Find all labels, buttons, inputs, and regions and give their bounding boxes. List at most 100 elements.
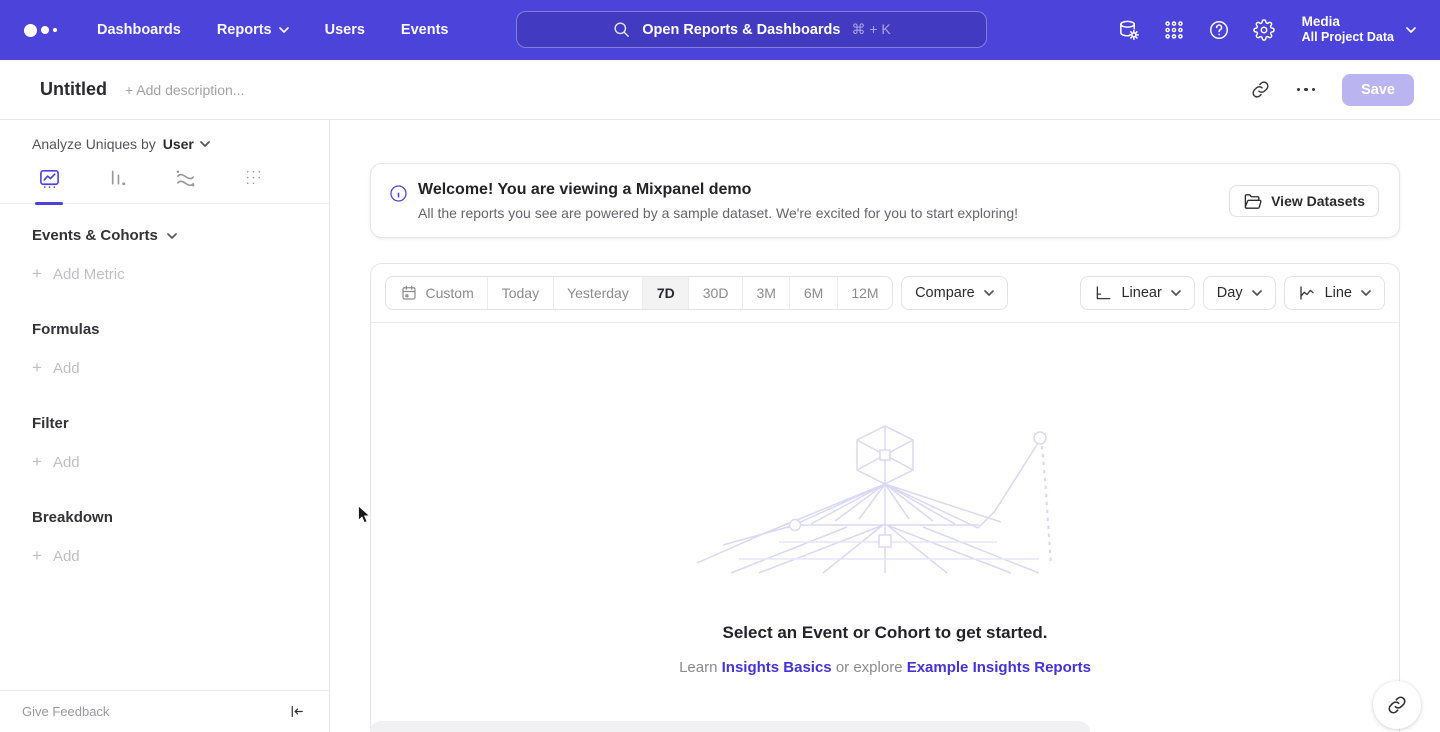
compare-dropdown[interactable]: Compare xyxy=(901,276,1008,310)
visualization-tabs xyxy=(0,152,329,204)
query-builder-sidebar: Analyze Uniques by User Events & Cohorts xyxy=(0,120,330,732)
interval-dropdown[interactable]: Day xyxy=(1203,276,1276,310)
primary-nav: Dashboards Reports Users Events xyxy=(97,22,448,38)
plus-icon xyxy=(32,547,42,565)
add-formula-button[interactable]: Add xyxy=(32,359,329,377)
nav-users[interactable]: Users xyxy=(325,22,365,38)
plus-icon xyxy=(32,265,42,283)
banner-subtitle: All the reports you see are powered by a… xyxy=(418,205,1018,221)
chevron-down-icon xyxy=(1171,290,1181,296)
link-icon xyxy=(1387,695,1407,715)
give-feedback-link[interactable]: Give Feedback xyxy=(22,704,109,719)
project-scope: All Project Data xyxy=(1302,30,1394,46)
chart-toolbar: Custom Today Yesterday 7D 30D 3M 6M 12M … xyxy=(371,264,1399,323)
breakdown-label: Breakdown xyxy=(32,509,113,526)
collapse-left-icon xyxy=(288,703,305,720)
folder-icon xyxy=(1243,192,1262,211)
flows-icon xyxy=(174,167,197,190)
report-header: Untitled + Add description... Save xyxy=(0,60,1440,120)
tab-more-visualizations[interactable] xyxy=(242,167,265,203)
tab-flows[interactable] xyxy=(174,167,197,203)
date-range-control: Custom Today Yesterday 7D 30D 3M 6M 12M xyxy=(385,276,893,310)
add-filter-button[interactable]: Add xyxy=(32,453,329,471)
help-icon[interactable] xyxy=(1208,19,1230,41)
link-icon xyxy=(1251,80,1270,99)
top-nav: Dashboards Reports Users Events Open Rep… xyxy=(0,0,1440,60)
range-7d[interactable]: 7D xyxy=(642,277,688,309)
banner-title: Welcome! You are viewing a Mixpanel demo xyxy=(418,181,1018,199)
settings-gear-icon[interactable] xyxy=(1253,19,1275,41)
range-3m[interactable]: 3M xyxy=(742,277,789,309)
share-link-fab[interactable] xyxy=(1373,681,1421,729)
chevron-down-icon xyxy=(1361,290,1371,296)
chevron-down-icon xyxy=(1406,27,1416,33)
bottom-panel-edge xyxy=(370,721,1090,732)
scale-dropdown[interactable]: Linear xyxy=(1080,276,1194,310)
tab-insights-line[interactable] xyxy=(38,167,61,203)
apps-grid-icon[interactable] xyxy=(1163,19,1185,41)
project-labels: Media All Project Data xyxy=(1302,14,1394,46)
nav-reports[interactable]: Reports xyxy=(217,22,289,38)
empty-state-title: Select an Event or Cohort to get started… xyxy=(371,623,1399,643)
range-30d[interactable]: 30D xyxy=(688,277,742,309)
bar-chart-icon xyxy=(106,167,129,190)
report-canvas: Welcome! You are viewing a Mixpanel demo… xyxy=(330,120,1440,732)
banner-text: Welcome! You are viewing a Mixpanel demo… xyxy=(418,181,1018,221)
line-chart-icon xyxy=(1298,284,1316,302)
view-datasets-button[interactable]: View Datasets xyxy=(1229,185,1379,217)
save-button[interactable]: Save xyxy=(1342,74,1414,106)
add-breakdown-button[interactable]: Add xyxy=(32,547,329,565)
chevron-down-icon xyxy=(1252,290,1262,296)
filter-label: Filter xyxy=(32,415,69,432)
line-chart-icon xyxy=(38,167,61,190)
range-12m[interactable]: 12M xyxy=(837,277,892,309)
section-events-cohorts: Events & Cohorts Add Metric xyxy=(32,227,329,283)
empty-state: Select an Event or Cohort to get started… xyxy=(371,423,1399,676)
linear-axis-icon xyxy=(1094,284,1112,302)
data-management-icon[interactable] xyxy=(1117,19,1140,42)
add-metric-button[interactable]: Add Metric xyxy=(32,265,329,283)
collapse-sidebar-button[interactable] xyxy=(288,703,305,720)
chevron-down-icon xyxy=(167,233,177,239)
range-yesterday[interactable]: Yesterday xyxy=(553,277,643,309)
plus-icon xyxy=(32,453,42,471)
section-breakdown: Breakdown Add xyxy=(32,509,329,565)
more-options-button[interactable] xyxy=(1297,88,1316,92)
plus-icon xyxy=(32,359,42,377)
search-shortcut: ⌘ + K xyxy=(851,21,890,38)
section-formulas: Formulas Add xyxy=(32,321,329,377)
range-6m[interactable]: 6M xyxy=(789,277,836,309)
example-insights-reports-link[interactable]: Example Insights Reports xyxy=(907,659,1091,676)
insights-basics-link[interactable]: Insights Basics xyxy=(722,659,832,676)
range-today[interactable]: Today xyxy=(487,277,552,309)
search-placeholder: Open Reports & Dashboards xyxy=(642,22,840,38)
nav-events[interactable]: Events xyxy=(401,22,449,38)
report-title[interactable]: Untitled xyxy=(40,79,107,100)
sidebar-footer: Give Feedback xyxy=(0,690,329,732)
report-actions: Save xyxy=(1251,74,1414,106)
chart-display-controls: Linear Day Line xyxy=(1080,276,1385,310)
report-description-placeholder[interactable]: + Add description... xyxy=(125,82,244,98)
analyze-by-dropdown[interactable]: User xyxy=(163,136,210,152)
section-filter: Filter Add xyxy=(32,415,329,471)
tab-bar-chart[interactable] xyxy=(106,167,129,203)
analyze-label: Analyze Uniques by xyxy=(32,136,156,152)
empty-state-subtitle: Learn Insights Basics or explore Example… xyxy=(371,659,1399,676)
analyze-uniques-row: Analyze Uniques by User xyxy=(0,120,329,152)
info-icon xyxy=(389,184,408,203)
mixpanel-logo-icon[interactable] xyxy=(24,24,57,37)
events-cohorts-header[interactable]: Events & Cohorts xyxy=(32,227,329,244)
chevron-down-icon xyxy=(200,141,210,147)
nav-utilities: Media All Project Data xyxy=(1117,14,1416,46)
nav-dashboards[interactable]: Dashboards xyxy=(97,22,181,38)
formulas-label: Formulas xyxy=(32,321,100,338)
project-name: Media xyxy=(1302,14,1394,30)
copy-link-button[interactable] xyxy=(1251,80,1270,99)
calendar-icon xyxy=(400,284,418,302)
range-custom[interactable]: Custom xyxy=(386,277,487,309)
project-switcher[interactable]: Media All Project Data xyxy=(1302,14,1416,46)
grid-dots-icon xyxy=(242,167,265,190)
chart-type-dropdown[interactable]: Line xyxy=(1284,276,1385,310)
demo-welcome-banner: Welcome! You are viewing a Mixpanel demo… xyxy=(370,163,1400,238)
global-search-input[interactable]: Open Reports & Dashboards ⌘ + K xyxy=(516,11,987,48)
